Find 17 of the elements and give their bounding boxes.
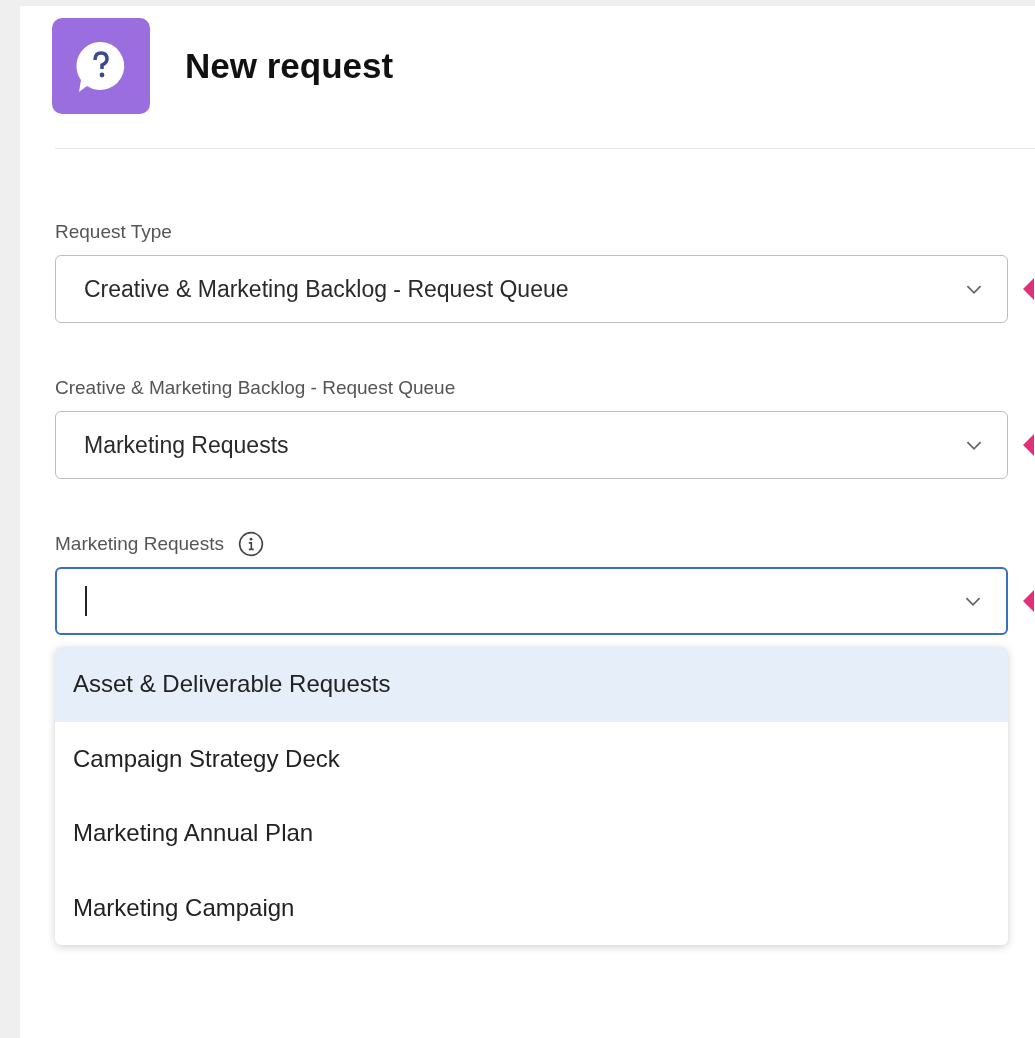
field-label: Marketing Requests bbox=[55, 533, 224, 555]
dropdown-field[interactable]: Creative & Marketing Backlog - Request Queue bbox=[55, 255, 1008, 323]
chevron-down-icon[interactable] bbox=[964, 595, 982, 607]
menu-option[interactable]: Asset & Deliverable Requests bbox=[55, 647, 1008, 722]
help-chat-icon bbox=[52, 18, 150, 114]
field-label: Creative & Marketing Backlog - Request Queue bbox=[55, 377, 456, 399]
field-label: Request Type bbox=[55, 221, 172, 243]
chevron-down-icon[interactable] bbox=[965, 283, 983, 295]
text-cursor bbox=[85, 586, 87, 616]
page-title: New request bbox=[185, 46, 394, 86]
menu-option[interactable]: Marketing Annual Plan bbox=[55, 796, 1008, 871]
dropdown-field[interactable] bbox=[55, 567, 1008, 635]
menu-option[interactable]: Campaign Strategy Deck bbox=[55, 721, 1008, 796]
chevron-down-icon[interactable] bbox=[965, 439, 983, 451]
menu-option[interactable]: Marketing Campaign bbox=[55, 870, 1008, 945]
dropdown-field[interactable]: Marketing Requests bbox=[55, 411, 1008, 479]
info-icon[interactable] bbox=[237, 531, 264, 557]
